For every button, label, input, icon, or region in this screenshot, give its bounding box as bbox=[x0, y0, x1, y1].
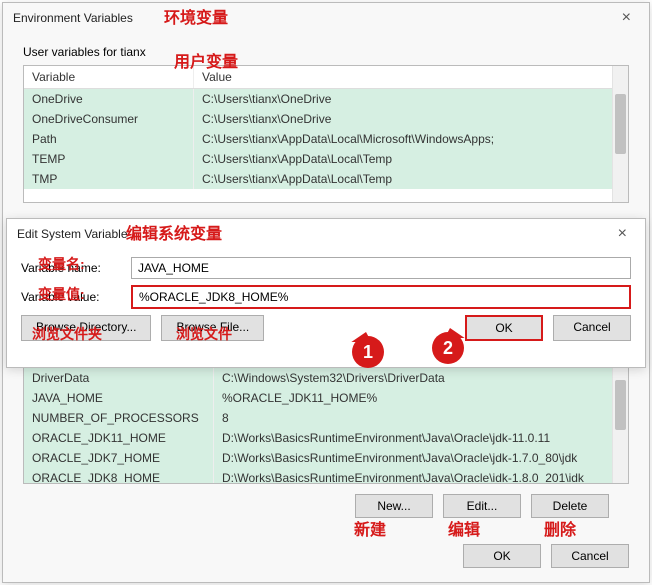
cancel-button[interactable]: Cancel bbox=[553, 315, 631, 341]
cell-value: D:\Works\BasicsRuntimeEnvironment\Java\O… bbox=[214, 448, 628, 468]
ok-button[interactable]: OK bbox=[465, 315, 543, 341]
cell-value: D:\Works\BasicsRuntimeEnvironment\Java\O… bbox=[214, 468, 628, 484]
table-row[interactable]: TEMPC:\Users\tianx\AppData\Local\Temp bbox=[24, 149, 628, 169]
cell-variable: JAVA_HOME bbox=[24, 388, 214, 408]
variable-name-input[interactable] bbox=[131, 257, 631, 279]
cell-value: D:\Works\BasicsRuntimeEnvironment\Java\O… bbox=[214, 428, 628, 448]
system-vars-area: DriverDataC:\Windows\System32\Drivers\Dr… bbox=[23, 367, 629, 518]
delete-button[interactable]: Delete bbox=[531, 494, 609, 518]
variable-value-row: Variable value: bbox=[21, 285, 631, 309]
variable-name-label: Variable name: bbox=[21, 261, 131, 275]
titlebar: Environment Variables × bbox=[3, 3, 649, 33]
cell-value: C:\Users\tianx\AppData\Local\Temp bbox=[194, 169, 628, 189]
cell-value: C:\Windows\System32\Drivers\DriverData bbox=[214, 368, 628, 388]
dialog-title: Edit System Variable bbox=[17, 227, 610, 241]
cell-value: C:\Users\tianx\AppData\Local\Temp bbox=[194, 149, 628, 169]
cell-value: 8 bbox=[214, 408, 628, 428]
table-row[interactable]: ORACLE_JDK11_HOMED:\Works\BasicsRuntimeE… bbox=[24, 428, 628, 448]
edit-buttons: Browse Directory... Browse File... OK Ca… bbox=[21, 315, 631, 341]
user-vars-label: User variables for tianx bbox=[3, 33, 649, 65]
dialog-title: Environment Variables bbox=[13, 11, 614, 25]
close-icon[interactable]: × bbox=[614, 9, 639, 27]
table-header: Variable Value bbox=[24, 66, 628, 89]
variable-value-label: Variable value: bbox=[21, 290, 131, 304]
cancel-button[interactable]: Cancel bbox=[551, 544, 629, 568]
cell-variable: ORACLE_JDK11_HOME bbox=[24, 428, 214, 448]
cell-value: %ORACLE_JDK11_HOME% bbox=[214, 388, 628, 408]
system-btn-row: New... Edit... Delete bbox=[23, 484, 629, 518]
cell-value: C:\Users\tianx\AppData\Local\Microsoft\W… bbox=[194, 129, 628, 149]
table-row[interactable]: OneDriveC:\Users\tianx\OneDrive bbox=[24, 89, 628, 109]
table-row[interactable]: ORACLE_JDK8_HOMED:\Works\BasicsRuntimeEn… bbox=[24, 468, 628, 484]
cell-variable: OneDriveConsumer bbox=[24, 109, 194, 129]
ok-button[interactable]: OK bbox=[463, 544, 541, 568]
col-value[interactable]: Value bbox=[194, 66, 628, 88]
scrollbar[interactable] bbox=[612, 368, 628, 483]
close-icon[interactable]: × bbox=[610, 225, 635, 243]
browse-directory-button[interactable]: Browse Directory... bbox=[21, 315, 151, 341]
edit-body: Variable name: Variable value: Browse Di… bbox=[7, 249, 645, 351]
cell-variable: TMP bbox=[24, 169, 194, 189]
table-row[interactable]: PathC:\Users\tianx\AppData\Local\Microso… bbox=[24, 129, 628, 149]
table-row[interactable]: ORACLE_JDK7_HOMED:\Works\BasicsRuntimeEn… bbox=[24, 448, 628, 468]
cell-value: C:\Users\tianx\OneDrive bbox=[194, 89, 628, 109]
variable-name-row: Variable name: bbox=[21, 257, 631, 279]
cell-variable: DriverData bbox=[24, 368, 214, 388]
cell-variable: ORACLE_JDK8_HOME bbox=[24, 468, 214, 484]
table-row[interactable]: TMPC:\Users\tianx\AppData\Local\Temp bbox=[24, 169, 628, 189]
titlebar: Edit System Variable × bbox=[7, 219, 645, 249]
scroll-thumb[interactable] bbox=[615, 94, 626, 154]
cell-variable: TEMP bbox=[24, 149, 194, 169]
edit-system-variable-dialog: Edit System Variable × Variable name: Va… bbox=[6, 218, 646, 368]
col-variable[interactable]: Variable bbox=[24, 66, 194, 88]
variable-value-input[interactable] bbox=[131, 285, 631, 309]
dialog-footer: OK Cancel bbox=[463, 544, 629, 568]
cell-variable: ORACLE_JDK7_HOME bbox=[24, 448, 214, 468]
scrollbar[interactable] bbox=[612, 66, 628, 202]
table-row[interactable]: NUMBER_OF_PROCESSORS8 bbox=[24, 408, 628, 428]
cell-variable: OneDrive bbox=[24, 89, 194, 109]
table-row[interactable]: JAVA_HOME%ORACLE_JDK11_HOME% bbox=[24, 388, 628, 408]
table-row[interactable]: OneDriveConsumerC:\Users\tianx\OneDrive bbox=[24, 109, 628, 129]
user-vars-table: Variable Value OneDriveC:\Users\tianx\On… bbox=[23, 65, 629, 203]
table-row[interactable]: DriverDataC:\Windows\System32\Drivers\Dr… bbox=[24, 368, 628, 388]
cell-variable: Path bbox=[24, 129, 194, 149]
scroll-thumb[interactable] bbox=[615, 380, 626, 430]
cell-variable: NUMBER_OF_PROCESSORS bbox=[24, 408, 214, 428]
system-vars-table: DriverDataC:\Windows\System32\Drivers\Dr… bbox=[23, 367, 629, 484]
browse-file-button[interactable]: Browse File... bbox=[161, 315, 264, 341]
cell-value: C:\Users\tianx\OneDrive bbox=[194, 109, 628, 129]
new-button[interactable]: New... bbox=[355, 494, 433, 518]
edit-button[interactable]: Edit... bbox=[443, 494, 521, 518]
